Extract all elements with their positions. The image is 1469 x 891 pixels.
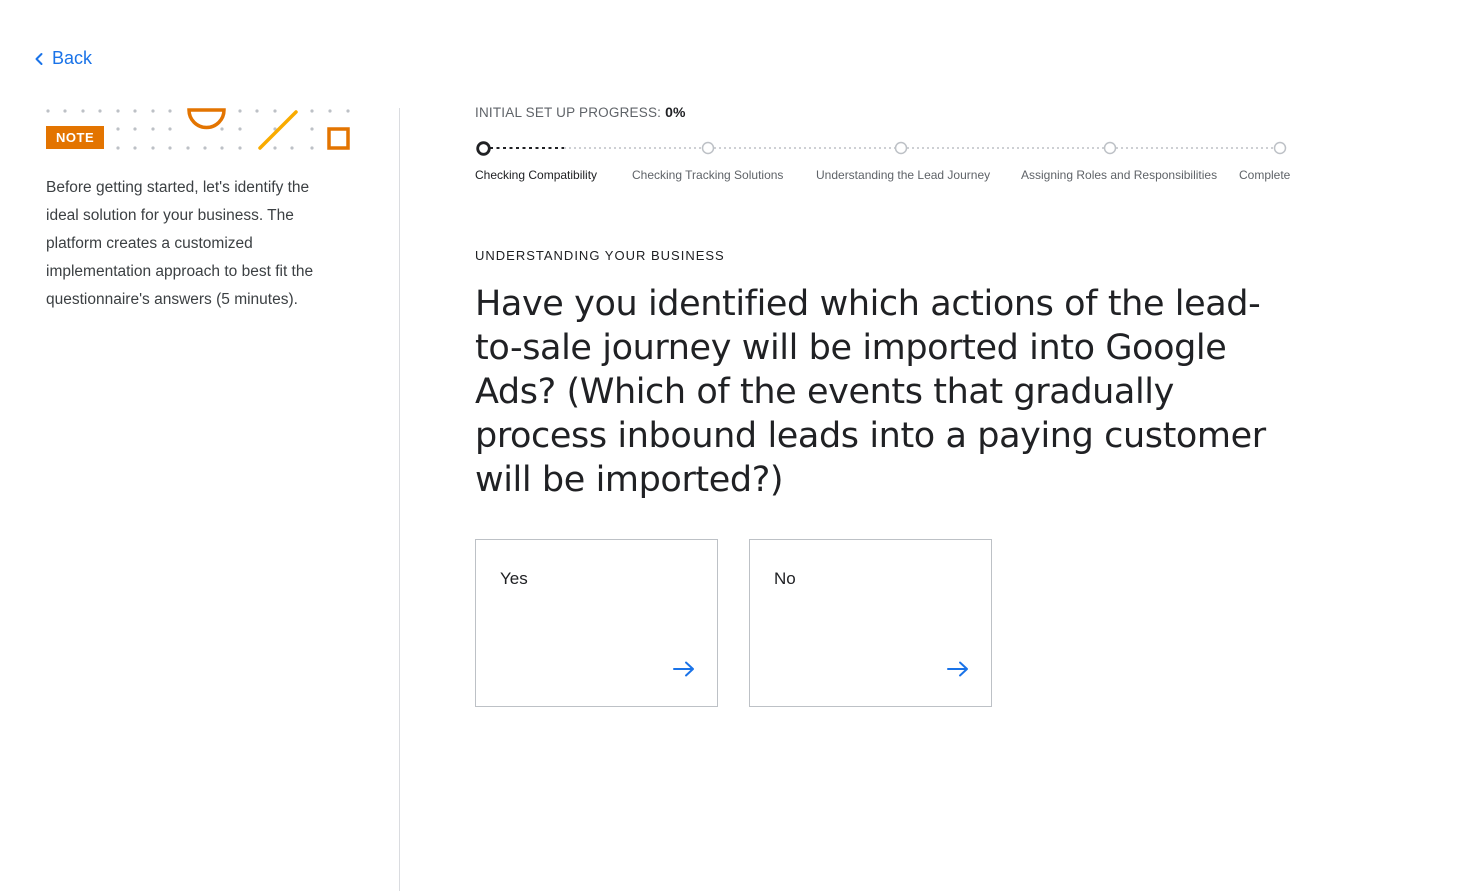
arrow-right-icon [673,661,695,682]
option-no-label: No [774,569,796,588]
back-label: Back [52,48,93,68]
step-1-node-icon [476,141,491,161]
step-label-checking-compatibility: Checking Compatibility [475,168,598,182]
step-label-complete: Complete [1239,168,1291,182]
step-5-node-icon [1273,141,1287,160]
progress-stepper: Checking Compatibility Checking Tracking… [475,138,1295,188]
step-label-understanding-lead-journey: Understanding the Lead Journey [816,168,991,182]
note-panel: NOTE Before getting started, let's ident… [0,108,400,891]
chevron-left-icon [34,52,44,66]
progress-percent: 0% [665,104,686,120]
page: Back NOTE Before getting started, let's … [0,0,1469,891]
stepper-track [490,147,1274,149]
question-text: Have you identified which actions of the… [475,284,1266,500]
note-badge: NOTE [46,126,105,149]
option-yes-card[interactable]: Yes [475,539,718,707]
step-label-checking-tracking-solutions: Checking Tracking Solutions [632,168,784,182]
step-2-node-icon [701,141,715,160]
note-text: Before getting started, let's identify t… [46,179,314,308]
step-label-assigning-roles: Assigning Roles and Responsibilities [1021,168,1218,182]
arrow-right-icon [947,661,969,682]
back-link[interactable]: Back [34,48,92,69]
section-label: UNDERSTANDING YOUR BUSINESS [475,248,725,263]
progress-title-label: INITIAL SET UP PROGRESS: [475,105,662,120]
option-yes-label: Yes [500,569,528,588]
step-4-node-icon [1103,141,1117,160]
step-3-node-icon [894,141,908,160]
progress-title: INITIAL SET UP PROGRESS: 0% [475,104,686,120]
option-no-card[interactable]: No [749,539,992,707]
